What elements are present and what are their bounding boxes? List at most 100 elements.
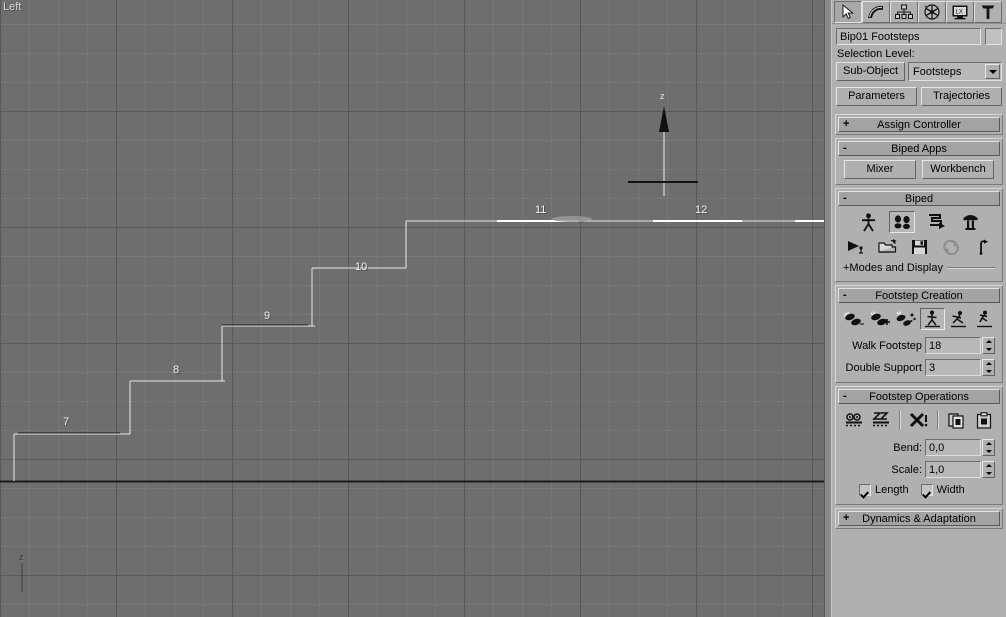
rollout-footstep-creation: - Footstep Creation Walk Footstep 18 Dou…	[835, 285, 1003, 383]
rollout-biped: - Biped +Modes and Display	[835, 188, 1003, 282]
run-gait-button[interactable]	[946, 308, 971, 330]
length-checkbox[interactable]: Length	[859, 484, 909, 496]
footstep-number-11[interactable]: 11	[535, 205, 546, 216]
tab-display[interactable]: LX	[946, 1, 974, 23]
tab-utilities[interactable]	[974, 1, 1002, 23]
deactivate-footsteps-button[interactable]	[869, 409, 895, 431]
rollout-dynamics-adaptation-header[interactable]: + Dynamics & Adaptation	[838, 511, 1000, 526]
delete-footsteps-icon	[909, 412, 929, 429]
tab-motion[interactable]	[918, 1, 946, 23]
parameters-button[interactable]: Parameters	[836, 87, 917, 106]
move-all-mode-button[interactable]	[970, 236, 996, 258]
save-file-button[interactable]	[906, 236, 932, 258]
viewport-left[interactable]: Left 7 8 9 10 11 12 z z	[0, 0, 824, 617]
spinner-down-icon[interactable]	[983, 470, 994, 478]
toolbar-divider	[899, 410, 902, 430]
parameters-trajectories-row: Parameters Trajectories	[832, 85, 1006, 111]
load-file-button[interactable]	[874, 236, 900, 258]
selection-level-label: Selection Level:	[837, 48, 915, 60]
object-name-field[interactable]: Bip01 Footsteps	[836, 28, 981, 45]
trajectories-button[interactable]: Trajectories	[921, 87, 1002, 106]
rollout-biped-header[interactable]: - Biped	[838, 191, 1000, 206]
double-support-spinner[interactable]	[982, 359, 995, 376]
create-multiple-footsteps-icon	[869, 311, 891, 328]
scale-spinner[interactable]	[982, 461, 995, 478]
spinner-up-icon[interactable]	[983, 338, 994, 346]
workbench-button[interactable]: Workbench	[922, 160, 994, 179]
curve-icon	[867, 4, 885, 20]
motion-wheel-icon	[923, 4, 941, 20]
spinner-down-icon[interactable]	[983, 448, 994, 456]
width-checkbox[interactable]: Width	[920, 484, 965, 496]
rollout-biped-apps-title: Biped Apps	[891, 142, 947, 155]
z-axis-corner-label: z	[19, 552, 24, 562]
checkbox-icon[interactable]	[859, 484, 871, 496]
double-support-input[interactable]: 3	[925, 359, 981, 376]
footstep-number-12[interactable]: 12	[695, 205, 707, 216]
bend-label: Bend:	[893, 441, 922, 454]
mixer-mode-icon	[961, 213, 980, 231]
tab-hierarchy[interactable]	[890, 1, 918, 23]
walk-gait-icon	[924, 310, 941, 328]
motion-flow-mode-icon	[927, 213, 946, 231]
rollout-biped-sign: -	[843, 192, 847, 204]
rollout-assign-controller-header[interactable]: + Assign Controller	[838, 117, 1000, 132]
create-footsteps-append-button[interactable]	[841, 308, 866, 330]
walk-footstep-spinner[interactable]	[982, 337, 995, 354]
biped-file-row	[841, 236, 997, 258]
tab-create[interactable]	[834, 1, 862, 23]
rollout-dynamics-adaptation: + Dynamics & Adaptation	[835, 508, 1003, 529]
modes-and-display-line[interactable]: +Modes and Display	[841, 258, 997, 275]
copy-footsteps-button[interactable]	[944, 409, 970, 431]
hierarchy-tree-icon	[895, 4, 913, 20]
bend-input[interactable]: 0,0	[925, 439, 981, 456]
hammer-icon	[979, 4, 997, 20]
footstep-mode-button[interactable]	[889, 211, 915, 233]
viewport-panel-splitter[interactable]	[824, 0, 832, 617]
delete-footsteps-button[interactable]	[906, 409, 932, 431]
biped-mode-row	[841, 211, 997, 233]
paste-footsteps-button[interactable]	[971, 409, 997, 431]
sub-object-button[interactable]: Sub-Object	[836, 62, 906, 81]
checkbox-icon[interactable]	[920, 484, 933, 496]
tab-modify[interactable]	[862, 1, 890, 23]
mixer-button[interactable]: Mixer	[844, 160, 916, 179]
modes-and-display-rule	[946, 267, 995, 269]
object-name-row: Bip01 Footsteps	[832, 24, 1006, 47]
create-footsteps-append-icon	[843, 311, 865, 328]
walk-footstep-input[interactable]: 18	[925, 337, 981, 354]
jump-gait-button[interactable]	[972, 308, 997, 330]
figure-mode-button[interactable]	[855, 211, 881, 233]
selection-level-row: Sub-Object Footsteps	[832, 62, 1006, 85]
create-keys-for-inactive-footsteps-button[interactable]	[841, 409, 867, 431]
rollout-footstep-creation-body: Walk Footstep 18 Double Support 3	[838, 303, 1000, 380]
motion-flow-mode-button[interactable]	[923, 211, 949, 233]
mixer-mode-button[interactable]	[957, 211, 983, 233]
rollout-biped-apps-header[interactable]: - Biped Apps	[838, 141, 1000, 156]
rollout-footstep-operations-header[interactable]: - Footstep Operations	[838, 389, 1000, 404]
spinner-down-icon[interactable]	[983, 368, 994, 376]
footstep-number-8[interactable]: 8	[173, 365, 179, 376]
convert-button[interactable]	[938, 236, 964, 258]
spinner-down-icon[interactable]	[983, 346, 994, 354]
spinner-up-icon[interactable]	[983, 462, 994, 470]
spinner-up-icon[interactable]	[983, 440, 994, 448]
create-footsteps-at-current-frame-button[interactable]	[893, 308, 918, 330]
object-color-swatch[interactable]	[985, 28, 1002, 45]
bend-spinner[interactable]	[982, 439, 995, 456]
rollout-footstep-operations-title: Footstep Operations	[869, 390, 969, 403]
play-biped-button[interactable]	[842, 236, 868, 258]
walk-gait-button[interactable]	[919, 308, 945, 330]
create-multiple-footsteps-button[interactable]	[867, 308, 892, 330]
scale-input[interactable]: 1,0	[925, 461, 981, 478]
spinner-up-icon[interactable]	[983, 360, 994, 368]
rollout-footstep-creation-header[interactable]: - Footstep Creation	[838, 288, 1000, 303]
footstep-number-10[interactable]: 10	[355, 262, 367, 273]
footstep-number-7[interactable]: 7	[63, 417, 69, 428]
rollouts-container: + Assign Controller - Biped Apps Mixer W…	[832, 114, 1006, 529]
walk-footstep-row: Walk Footstep 18	[841, 335, 997, 354]
sub-object-combo[interactable]: Footsteps	[908, 62, 1002, 81]
chevron-down-icon[interactable]	[985, 64, 1000, 79]
footstep-number-9[interactable]: 9	[264, 311, 270, 322]
footstep-trajectory-path[interactable]	[0, 0, 824, 617]
